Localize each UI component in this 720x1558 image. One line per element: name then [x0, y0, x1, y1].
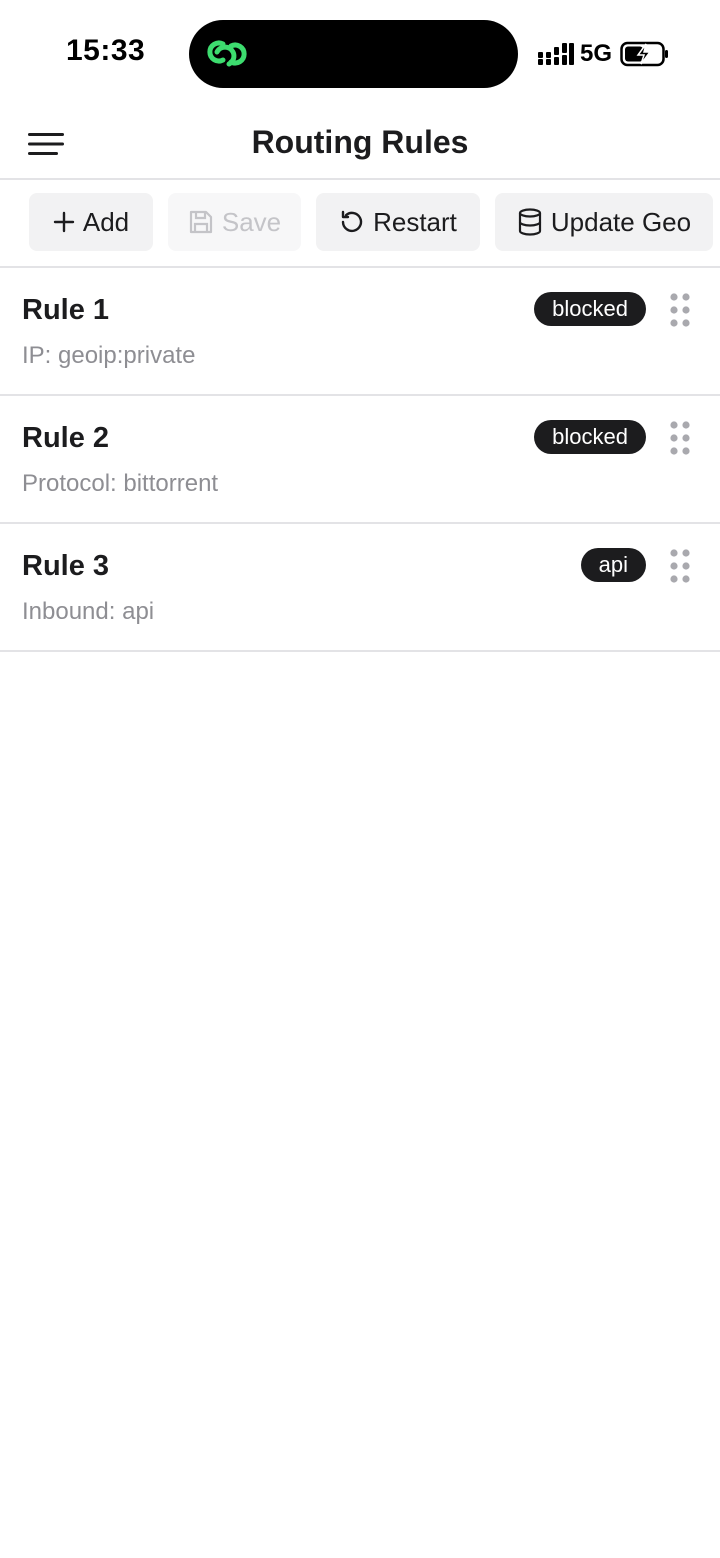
battery-charging-icon	[620, 41, 669, 67]
outbound-badge: blocked	[534, 292, 646, 326]
status-indicators: 5G	[538, 38, 670, 70]
rule-title: Rule 3	[22, 550, 110, 582]
database-icon	[518, 208, 541, 236]
network-type-label: 5G	[580, 40, 613, 67]
rule-detail: Protocol: bittorrent	[22, 470, 219, 497]
outbound-badge: blocked	[534, 420, 646, 454]
page-title: Routing Rules	[251, 124, 469, 160]
toolbar: Add Save Restart Update Geo	[0, 180, 720, 268]
plus-icon	[53, 211, 75, 233]
rule-row[interactable]: Rule 2 Protocol: bittorrent blocked	[0, 396, 720, 524]
dynamic-island	[189, 20, 518, 88]
cellular-signal-icon	[538, 43, 574, 65]
update-geo-button-label: Update Geo	[550, 206, 692, 237]
rule-detail: Inbound: api	[22, 598, 155, 625]
status-time: 15:33	[66, 34, 146, 67]
rule-detail: IP: geoip:private	[22, 342, 196, 369]
add-button[interactable]: Add	[29, 193, 153, 251]
save-button[interactable]: Save	[168, 193, 301, 251]
rotate-ccw-icon	[341, 210, 363, 233]
rule-list: Rule 1 IP: geoip:private blocked Rule 2 …	[0, 268, 720, 652]
rule-title: Rule 1	[22, 294, 110, 326]
restart-button[interactable]: Restart	[316, 193, 480, 251]
add-button-label: Add	[82, 206, 130, 237]
rule-title: Rule 2	[22, 422, 110, 454]
drag-handle-icon[interactable]	[666, 420, 694, 456]
nav-header: Routing Rules	[0, 108, 720, 180]
rule-row[interactable]: Rule 1 IP: geoip:private blocked	[0, 268, 720, 396]
outbound-badge: api	[580, 548, 646, 582]
save-icon	[189, 210, 212, 234]
drag-handle-icon[interactable]	[666, 548, 694, 584]
restart-button-label: Restart	[373, 206, 457, 237]
link-icon	[207, 40, 247, 67]
status-bar: 15:33 5G	[0, 0, 720, 108]
rule-row[interactable]: Rule 3 Inbound: api api	[0, 524, 720, 652]
screen: 15:33 5G Routing Rules Add Save Restart …	[0, 0, 720, 1558]
drag-handle-icon[interactable]	[666, 292, 694, 328]
save-button-label: Save	[221, 206, 282, 237]
update-geo-button[interactable]: Update Geo	[495, 193, 713, 251]
